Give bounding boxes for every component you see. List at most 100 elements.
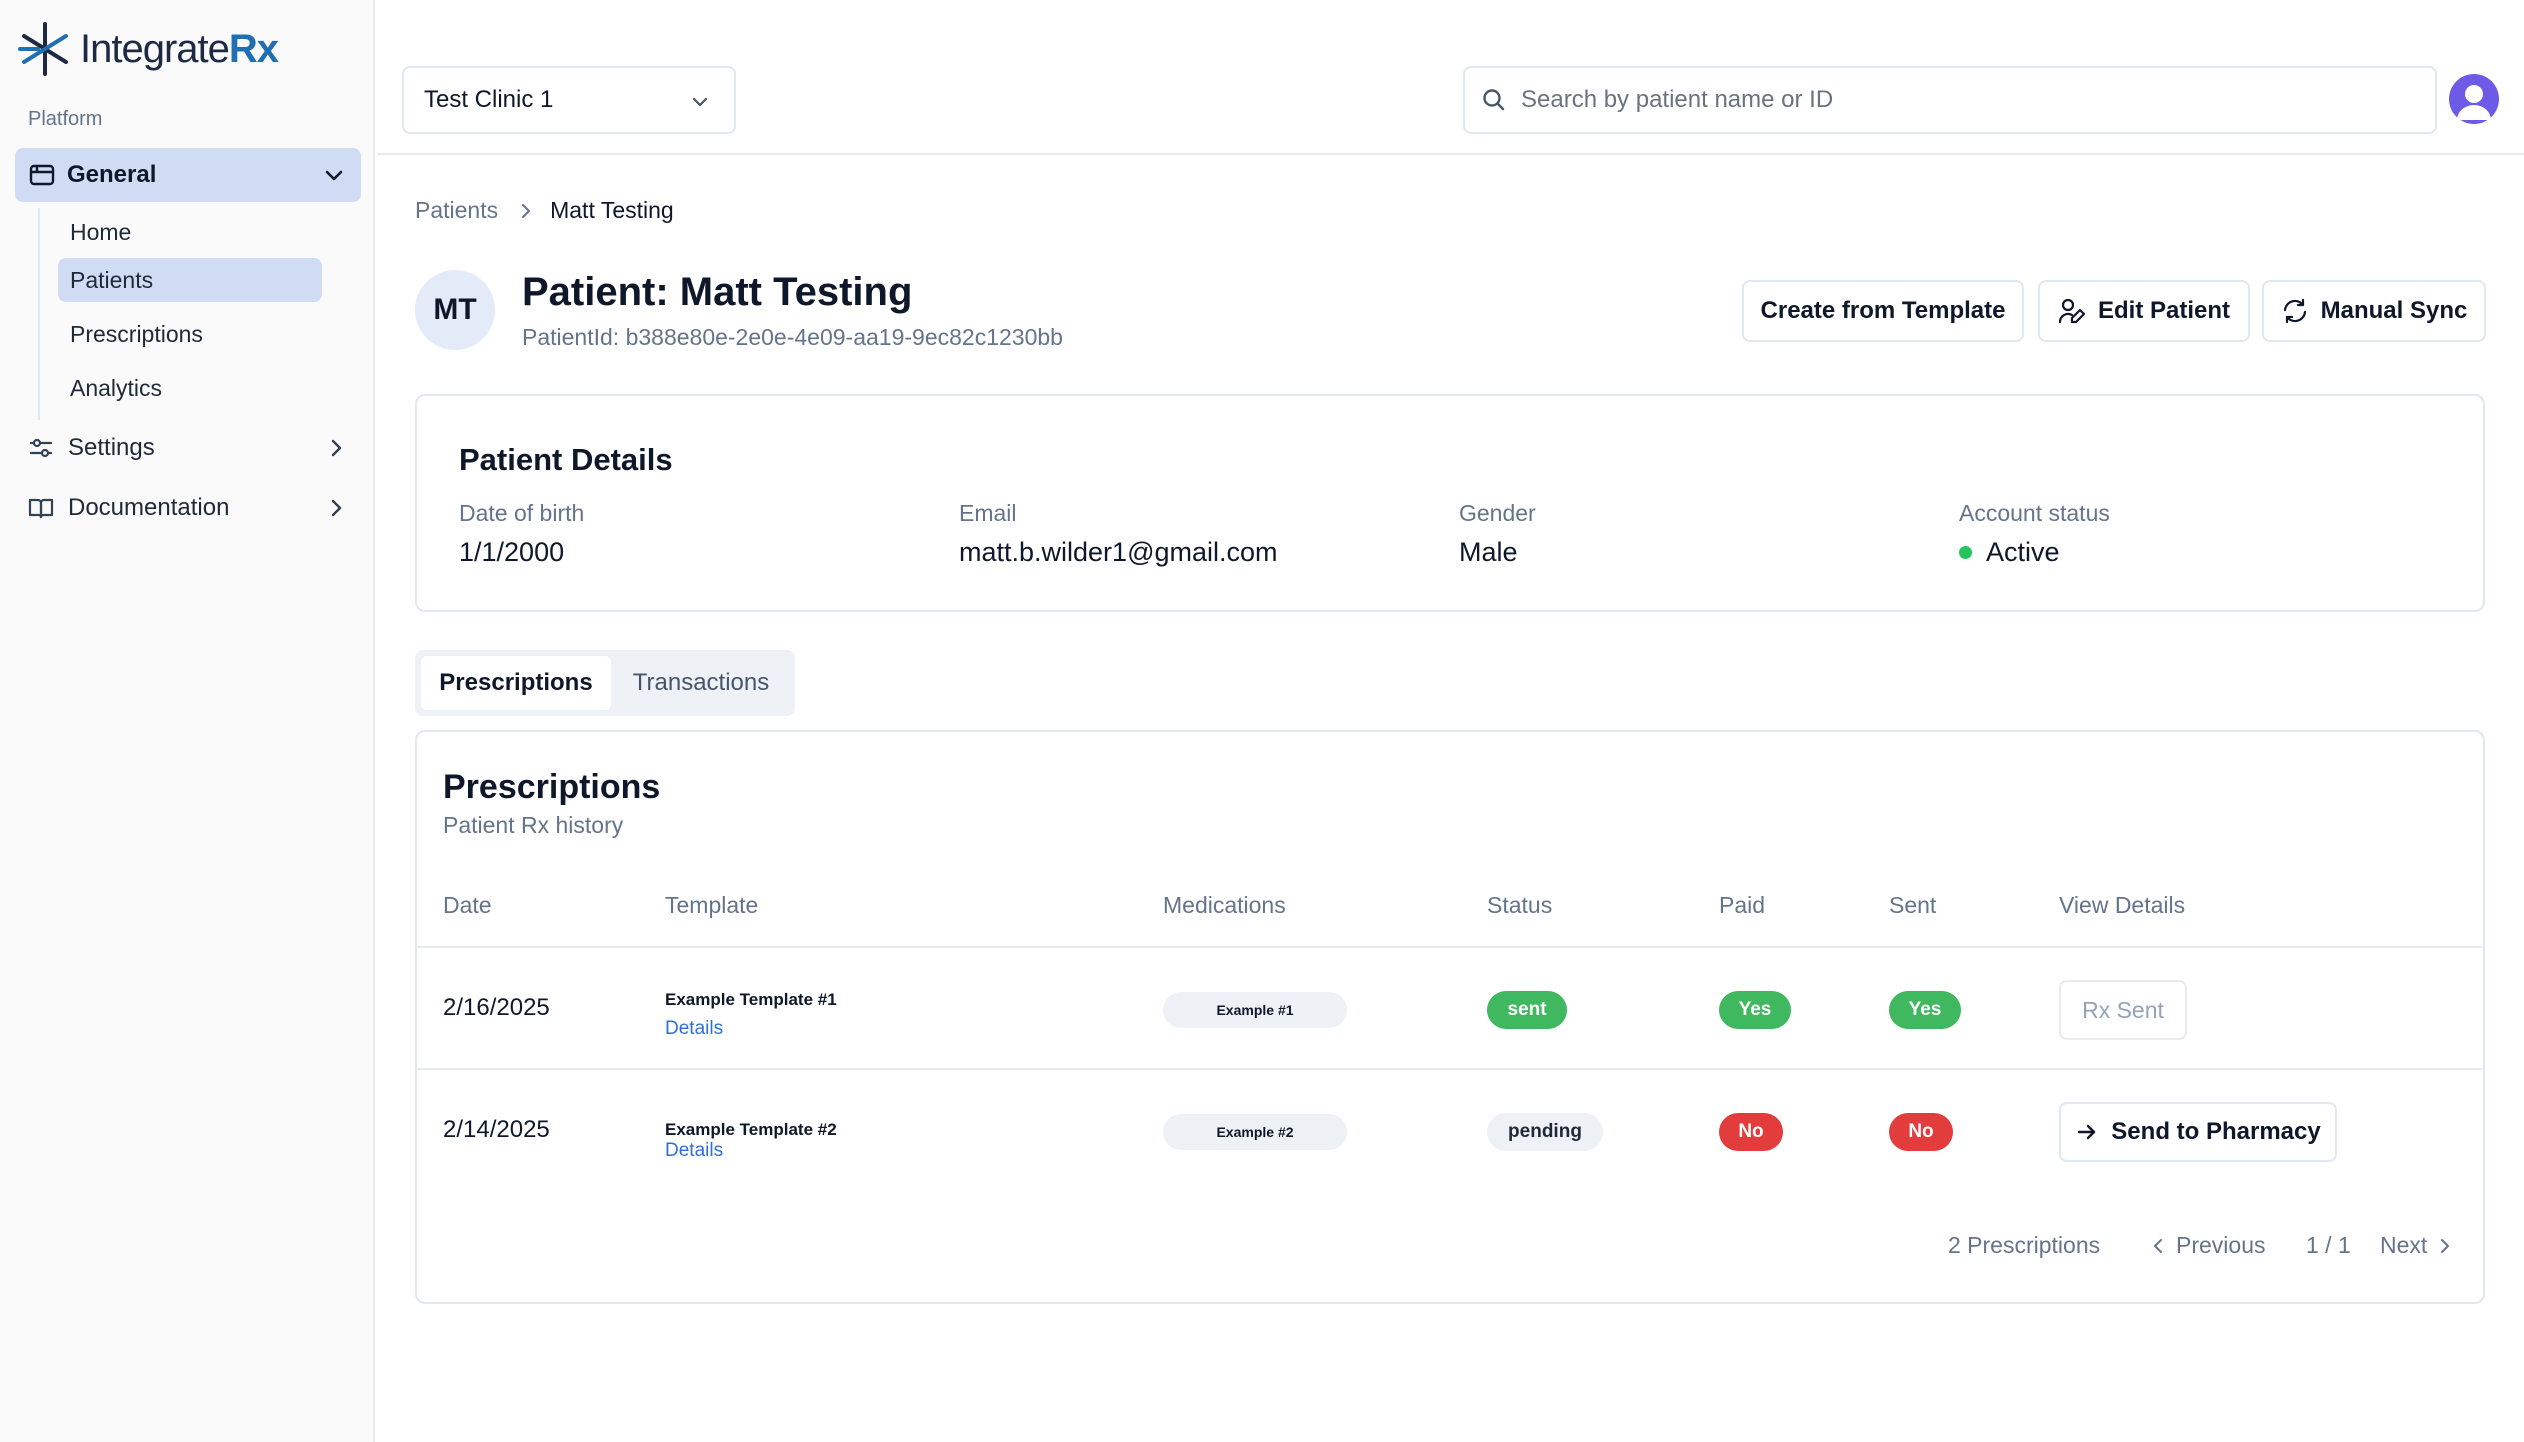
sidebar-item-prescriptions[interactable]: Prescriptions bbox=[58, 312, 322, 356]
medication-pill: Example #2 bbox=[1163, 1114, 1347, 1150]
cell-template-name: Example Template #2 bbox=[665, 1120, 837, 1139]
sidebar-section-label: Platform bbox=[28, 108, 103, 130]
detail-label: Email bbox=[959, 500, 1017, 526]
user-pen-icon bbox=[2058, 298, 2086, 324]
column-header-view-details: View Details bbox=[2059, 892, 2186, 918]
button-label: Create from Template bbox=[1760, 297, 2006, 324]
column-header-paid: Paid bbox=[1719, 892, 1766, 918]
detail-label: Date of birth bbox=[459, 500, 585, 526]
sidebar-item-general[interactable]: General bbox=[15, 148, 361, 202]
status-badge: sent bbox=[1487, 991, 1567, 1029]
sidebar-item-home[interactable]: Home bbox=[58, 210, 322, 254]
previous-page-button[interactable]: Previous bbox=[2148, 1232, 2265, 1259]
detail-value: 1/1/2000 bbox=[459, 537, 565, 567]
cell-date: 2/16/2025 bbox=[443, 994, 550, 1021]
refresh-icon bbox=[2283, 298, 2306, 324]
sent-badge: Yes bbox=[1889, 991, 1961, 1029]
medication-pill: Example #1 bbox=[1163, 992, 1347, 1028]
book-open-icon bbox=[28, 498, 54, 519]
card-subtitle: Patient Rx history bbox=[443, 812, 624, 838]
detail-label: Gender bbox=[1459, 500, 1536, 526]
breadcrumb-patients-link[interactable]: Patients bbox=[415, 197, 498, 224]
button-label: Send to Pharmacy bbox=[2111, 1118, 2321, 1145]
page-indicator: 1 / 1 bbox=[2306, 1232, 2351, 1258]
sent-badge: No bbox=[1889, 1113, 1953, 1151]
column-header-status: Status bbox=[1487, 892, 1553, 918]
app-logo[interactable]: IntegrateRx bbox=[14, 18, 279, 80]
rx-sent-button[interactable]: Rx Sent bbox=[2059, 980, 2187, 1040]
detail-value: Male bbox=[1459, 537, 1518, 567]
button-label: Manual Sync bbox=[2320, 297, 2468, 324]
sidebar: IntegrateRx Platform General Home Patien… bbox=[0, 0, 375, 1442]
status-text: Active bbox=[1986, 537, 2060, 567]
patient-id: PatientId: b388e80e-2e0e-4e09-aa19-9ec82… bbox=[522, 324, 1063, 350]
patient-details-card: Patient Details Date of birth 1/1/2000 E… bbox=[415, 394, 2485, 612]
manual-sync-button[interactable]: Manual Sync bbox=[2262, 280, 2486, 342]
sidebar-item-label: General bbox=[67, 161, 157, 188]
template-details-link[interactable]: Details bbox=[665, 1018, 723, 1040]
sidebar-item-patients[interactable]: Patients bbox=[58, 258, 322, 302]
patient-avatar: MT bbox=[415, 270, 495, 350]
detail-account-status: Account status Active bbox=[1959, 500, 2110, 568]
tab-transactions[interactable]: Transactions bbox=[611, 656, 791, 710]
top-bar: Test Clinic 1 bbox=[377, 0, 2524, 155]
sidebar-item-label: Documentation bbox=[68, 494, 230, 521]
edit-patient-button[interactable]: Edit Patient bbox=[2038, 280, 2250, 342]
card-title: Patient Details bbox=[459, 442, 673, 477]
prescriptions-count: 2 Prescriptions bbox=[1948, 1232, 2101, 1258]
chevron-down-icon bbox=[325, 170, 343, 181]
chevron-right-icon bbox=[2441, 1238, 2450, 1253]
chevron-right-icon bbox=[331, 499, 342, 517]
column-header-sent: Sent bbox=[1889, 892, 1937, 918]
column-header-template: Template bbox=[665, 892, 759, 918]
sidebar-item-documentation[interactable]: Documentation bbox=[28, 486, 348, 530]
chevron-right-icon bbox=[522, 203, 531, 218]
template-details-link[interactable]: Details bbox=[665, 1140, 723, 1162]
button-label: Previous bbox=[2176, 1232, 2266, 1258]
page-title: Patient: Matt Testing bbox=[522, 270, 913, 314]
status-badge: pending bbox=[1487, 1113, 1603, 1151]
sidebar-item-settings[interactable]: Settings bbox=[28, 426, 348, 470]
chevron-down-icon bbox=[692, 97, 708, 107]
arrow-right-icon bbox=[2078, 1124, 2096, 1140]
search-icon bbox=[1483, 89, 1505, 111]
detail-gender: Gender Male bbox=[1459, 500, 1536, 568]
prescriptions-card: Prescriptions Patient Rx history Date Te… bbox=[415, 730, 2485, 1304]
cell-template-name: Example Template #1 bbox=[665, 990, 837, 1009]
status-dot bbox=[1959, 546, 1972, 559]
next-page-button[interactable]: Next bbox=[2380, 1232, 2455, 1259]
column-header-medications: Medications bbox=[1163, 892, 1286, 918]
detail-email: Email matt.b.wilder1@gmail.com bbox=[959, 500, 1278, 568]
detail-dob: Date of birth 1/1/2000 bbox=[459, 500, 584, 568]
sidebar-subnav: Home Patients Prescriptions Analytics bbox=[38, 208, 322, 420]
search-box[interactable] bbox=[1463, 66, 2437, 134]
column-header-date: Date bbox=[443, 892, 492, 918]
logo-text: IntegrateRx bbox=[80, 26, 279, 71]
create-from-template-button[interactable]: Create from Template bbox=[1742, 280, 2024, 342]
button-label: Edit Patient bbox=[2097, 297, 2230, 324]
clinic-select-value: Test Clinic 1 bbox=[424, 86, 554, 113]
sidebar-item-analytics[interactable]: Analytics bbox=[58, 366, 322, 410]
button-label: Next bbox=[2380, 1232, 2428, 1258]
search-input[interactable] bbox=[1521, 86, 2401, 114]
detail-value: Active bbox=[1959, 537, 2110, 568]
detail-label: Account status bbox=[1959, 500, 2110, 526]
paid-badge: Yes bbox=[1719, 991, 1791, 1029]
integraterx-logo-icon bbox=[18, 22, 68, 76]
clinic-select[interactable]: Test Clinic 1 bbox=[402, 66, 736, 134]
calendar-window-icon bbox=[29, 164, 55, 186]
breadcrumb: Patients Matt Testing bbox=[415, 197, 674, 224]
chevron-right-icon bbox=[331, 439, 342, 457]
paid-badge: No bbox=[1719, 1113, 1783, 1151]
user-avatar[interactable] bbox=[2449, 74, 2499, 124]
row-divider bbox=[417, 946, 2483, 948]
breadcrumb-current: Matt Testing bbox=[550, 197, 674, 223]
sliders-icon bbox=[29, 438, 53, 458]
row-divider bbox=[417, 1068, 2483, 1070]
sidebar-item-label: Settings bbox=[68, 434, 155, 461]
tab-prescriptions[interactable]: Prescriptions bbox=[421, 656, 611, 710]
card-title: Prescriptions bbox=[443, 768, 661, 806]
user-icon bbox=[2457, 85, 2491, 120]
cell-date: 2/14/2025 bbox=[443, 1116, 550, 1143]
send-to-pharmacy-button[interactable]: Send to Pharmacy bbox=[2059, 1102, 2337, 1162]
